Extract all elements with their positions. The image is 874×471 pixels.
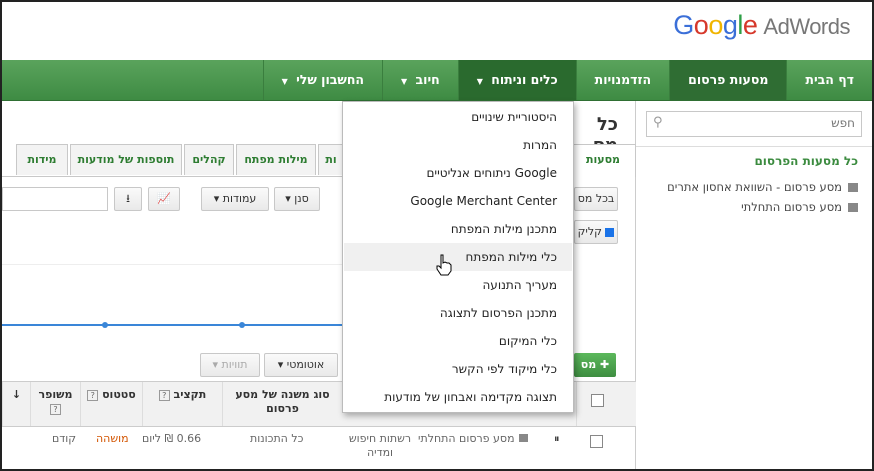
tab-campaigns[interactable]: מסעות bbox=[570, 144, 636, 177]
column-header-budget[interactable]: תקציב ? bbox=[142, 382, 222, 426]
filter-button[interactable]: סנן ▾ bbox=[274, 187, 320, 211]
menu-item-conversions[interactable]: המרות bbox=[357, 138, 557, 152]
all-campaigns-link[interactable]: כל מסעות הפרסום bbox=[754, 154, 858, 168]
help-icon[interactable]: ? bbox=[158, 390, 170, 401]
campaign-label: מסע פרסום התחלתי bbox=[741, 200, 842, 214]
menu-item-traffic-estimator[interactable]: מעריך התנועה bbox=[357, 278, 557, 292]
columns-button[interactable]: עמודות ▾ bbox=[201, 187, 269, 211]
row-checkbox[interactable] bbox=[590, 435, 603, 448]
column-header-status[interactable]: סטטוס ? bbox=[80, 382, 142, 426]
header-label: משופר bbox=[38, 388, 73, 401]
column-header-campaign-subtype[interactable]: סוג משנה של מסע פרסום bbox=[222, 382, 342, 426]
subtype-cell: כל התכונות bbox=[250, 432, 304, 445]
nav-my-account[interactable]: החשבון שלי ▼ bbox=[262, 60, 382, 100]
search-input[interactable] bbox=[669, 112, 861, 134]
hand-cursor-icon bbox=[435, 254, 453, 279]
columns-label: עמודות bbox=[222, 192, 257, 205]
main-nav: דף הבית מסעות פרסום הזדמנויות כלים וניתו… bbox=[2, 60, 872, 101]
column-header-approved[interactable]: משופר? bbox=[30, 382, 80, 426]
campaign-icon bbox=[848, 203, 858, 212]
help-icon[interactable]: ? bbox=[50, 404, 61, 415]
date-range-field[interactable] bbox=[2, 187, 108, 211]
search-icon: ⚲ bbox=[653, 115, 663, 130]
sidebar-search: ⚲ bbox=[646, 111, 862, 137]
table-row: קודם מושהה 0.66 ₪ ליום כל התכונות רשתות … bbox=[2, 426, 636, 459]
menu-item-contextual-targeting[interactable]: כלי מיקוד לפי הקשר bbox=[357, 362, 557, 376]
tab-audiences[interactable]: קהלים bbox=[184, 144, 234, 175]
download-icon: ⭳ bbox=[126, 192, 130, 205]
network-cell: רשתות חיפוש ומדיה bbox=[348, 432, 412, 459]
nav-label: מסעות פרסום bbox=[688, 72, 769, 87]
budget-cell: 0.66 ₪ ליום bbox=[142, 432, 201, 445]
labels-button[interactable]: תוויות ▾ bbox=[200, 353, 260, 377]
chevron-down-icon: ▼ bbox=[476, 77, 483, 86]
nav-home[interactable]: דף הבית bbox=[786, 60, 872, 100]
header-label: סטטוס bbox=[102, 388, 136, 401]
nav-tools-analysis[interactable]: כלים וניתוח ▼ bbox=[457, 60, 576, 100]
menu-item-display-planner[interactable]: מתכנן הפרסום לתצוגה bbox=[357, 306, 557, 320]
sort-column-header[interactable]: ↓ bbox=[2, 382, 30, 426]
automate-button[interactable]: אוטומטי ▾ bbox=[264, 353, 338, 377]
campaign-name-cell[interactable]: מסע פרסום התחלתי bbox=[418, 432, 528, 445]
metric-label: קליק bbox=[577, 225, 602, 238]
chart-gridline bbox=[2, 264, 342, 265]
tools-dropdown-menu: היסטוריית שינויים המרות Google ניתוחים א… bbox=[342, 101, 574, 413]
tab-partial[interactable]: ות bbox=[318, 144, 344, 175]
tab-dimensions[interactable]: מידות bbox=[16, 144, 68, 175]
download-button[interactable]: ⭳ bbox=[114, 187, 142, 211]
chart-point bbox=[239, 322, 245, 328]
pause-icon[interactable]: ⏸ bbox=[554, 432, 560, 446]
all-campaigns-filter-label: בכל מס bbox=[577, 192, 615, 205]
metric-color-swatch bbox=[605, 227, 615, 237]
menu-item-placement-tool[interactable]: כלי המיקום bbox=[357, 334, 557, 348]
nav-opportunities[interactable]: הזדמנויות bbox=[575, 60, 669, 100]
automate-label: אוטומטי bbox=[286, 358, 325, 371]
nav-campaigns[interactable]: מסעות פרסום bbox=[669, 60, 787, 100]
nav-label: כלים וניתוח bbox=[491, 72, 558, 87]
new-campaign-button[interactable]: ✚ מס bbox=[574, 353, 616, 377]
status-cell[interactable]: מושהה bbox=[96, 432, 129, 445]
all-campaigns-filter-button[interactable]: בכל מס bbox=[574, 187, 618, 211]
nav-label: החשבון שלי bbox=[296, 72, 365, 87]
header-label: תקציב bbox=[173, 388, 207, 401]
chart-point bbox=[102, 322, 108, 328]
nav-label: חיוב bbox=[415, 72, 440, 87]
campaign-name: מסע פרסום התחלתי bbox=[418, 432, 515, 445]
budget-value: 0.66 ₪ ליום bbox=[142, 432, 202, 445]
nav-label: דף הבית bbox=[805, 72, 854, 87]
campaign-label: מסע פרסום - השוואת אחסון אתרים bbox=[667, 180, 842, 194]
chart-icon: 📈 bbox=[157, 192, 171, 205]
sidebar: ⚲ כל מסעות הפרסום מסע פרסום - השוואת אחס… bbox=[635, 101, 872, 469]
app-frame: Google AdWords דף הבית מסעות פרסום הזדמנו… bbox=[0, 0, 874, 471]
labels-label: תוויות bbox=[221, 358, 248, 371]
sidebar-campaign-item[interactable]: מסע פרסום התחלתי bbox=[741, 200, 858, 214]
menu-item-google-analytics[interactable]: Google ניתוחים אנליטיים bbox=[357, 166, 557, 180]
chevron-down-icon: ▼ bbox=[281, 77, 288, 86]
nav-billing[interactable]: חיוב ▼ bbox=[382, 60, 458, 100]
menu-item-change-history[interactable]: היסטוריית שינויים bbox=[357, 110, 557, 124]
metric-selector[interactable]: קליק bbox=[574, 220, 618, 244]
tab-ad-extensions[interactable]: תוספות של מודעות bbox=[70, 144, 182, 175]
menu-item-keyword-planner[interactable]: מתכנן מילות המפתח bbox=[357, 222, 557, 236]
menu-item-ad-preview[interactable]: תצוגה מקדימה ואבחון של מודעות bbox=[357, 390, 557, 404]
select-all-checkbox[interactable] bbox=[591, 394, 604, 407]
approved-cell: קודם bbox=[52, 432, 77, 445]
sidebar-campaign-item[interactable]: מסע פרסום - השוואת אחסון אתרים bbox=[667, 180, 858, 194]
help-icon[interactable]: ? bbox=[87, 390, 99, 401]
campaign-icon bbox=[848, 183, 858, 192]
tab-keywords[interactable]: מילות מפתח bbox=[236, 144, 316, 175]
campaign-icon bbox=[518, 434, 528, 442]
select-all-cell bbox=[576, 382, 618, 426]
menu-item-keyword-tool[interactable]: כלי מילות המפתח bbox=[357, 250, 558, 264]
nav-label: הזדמנויות bbox=[594, 72, 652, 87]
divider bbox=[636, 146, 872, 147]
chart-series-line bbox=[2, 324, 342, 326]
chevron-down-icon: ▼ bbox=[401, 77, 408, 86]
header-label: סוג משנה של מסע פרסום bbox=[235, 388, 330, 415]
chart-toggle-button[interactable]: 📈 bbox=[148, 187, 180, 211]
new-campaign-label: מס bbox=[580, 358, 597, 371]
menu-item-merchant-center[interactable]: Google Merchant Center bbox=[357, 194, 557, 208]
adwords-logo: Google AdWords bbox=[673, 10, 850, 40]
filter-label: סנן bbox=[294, 192, 309, 205]
